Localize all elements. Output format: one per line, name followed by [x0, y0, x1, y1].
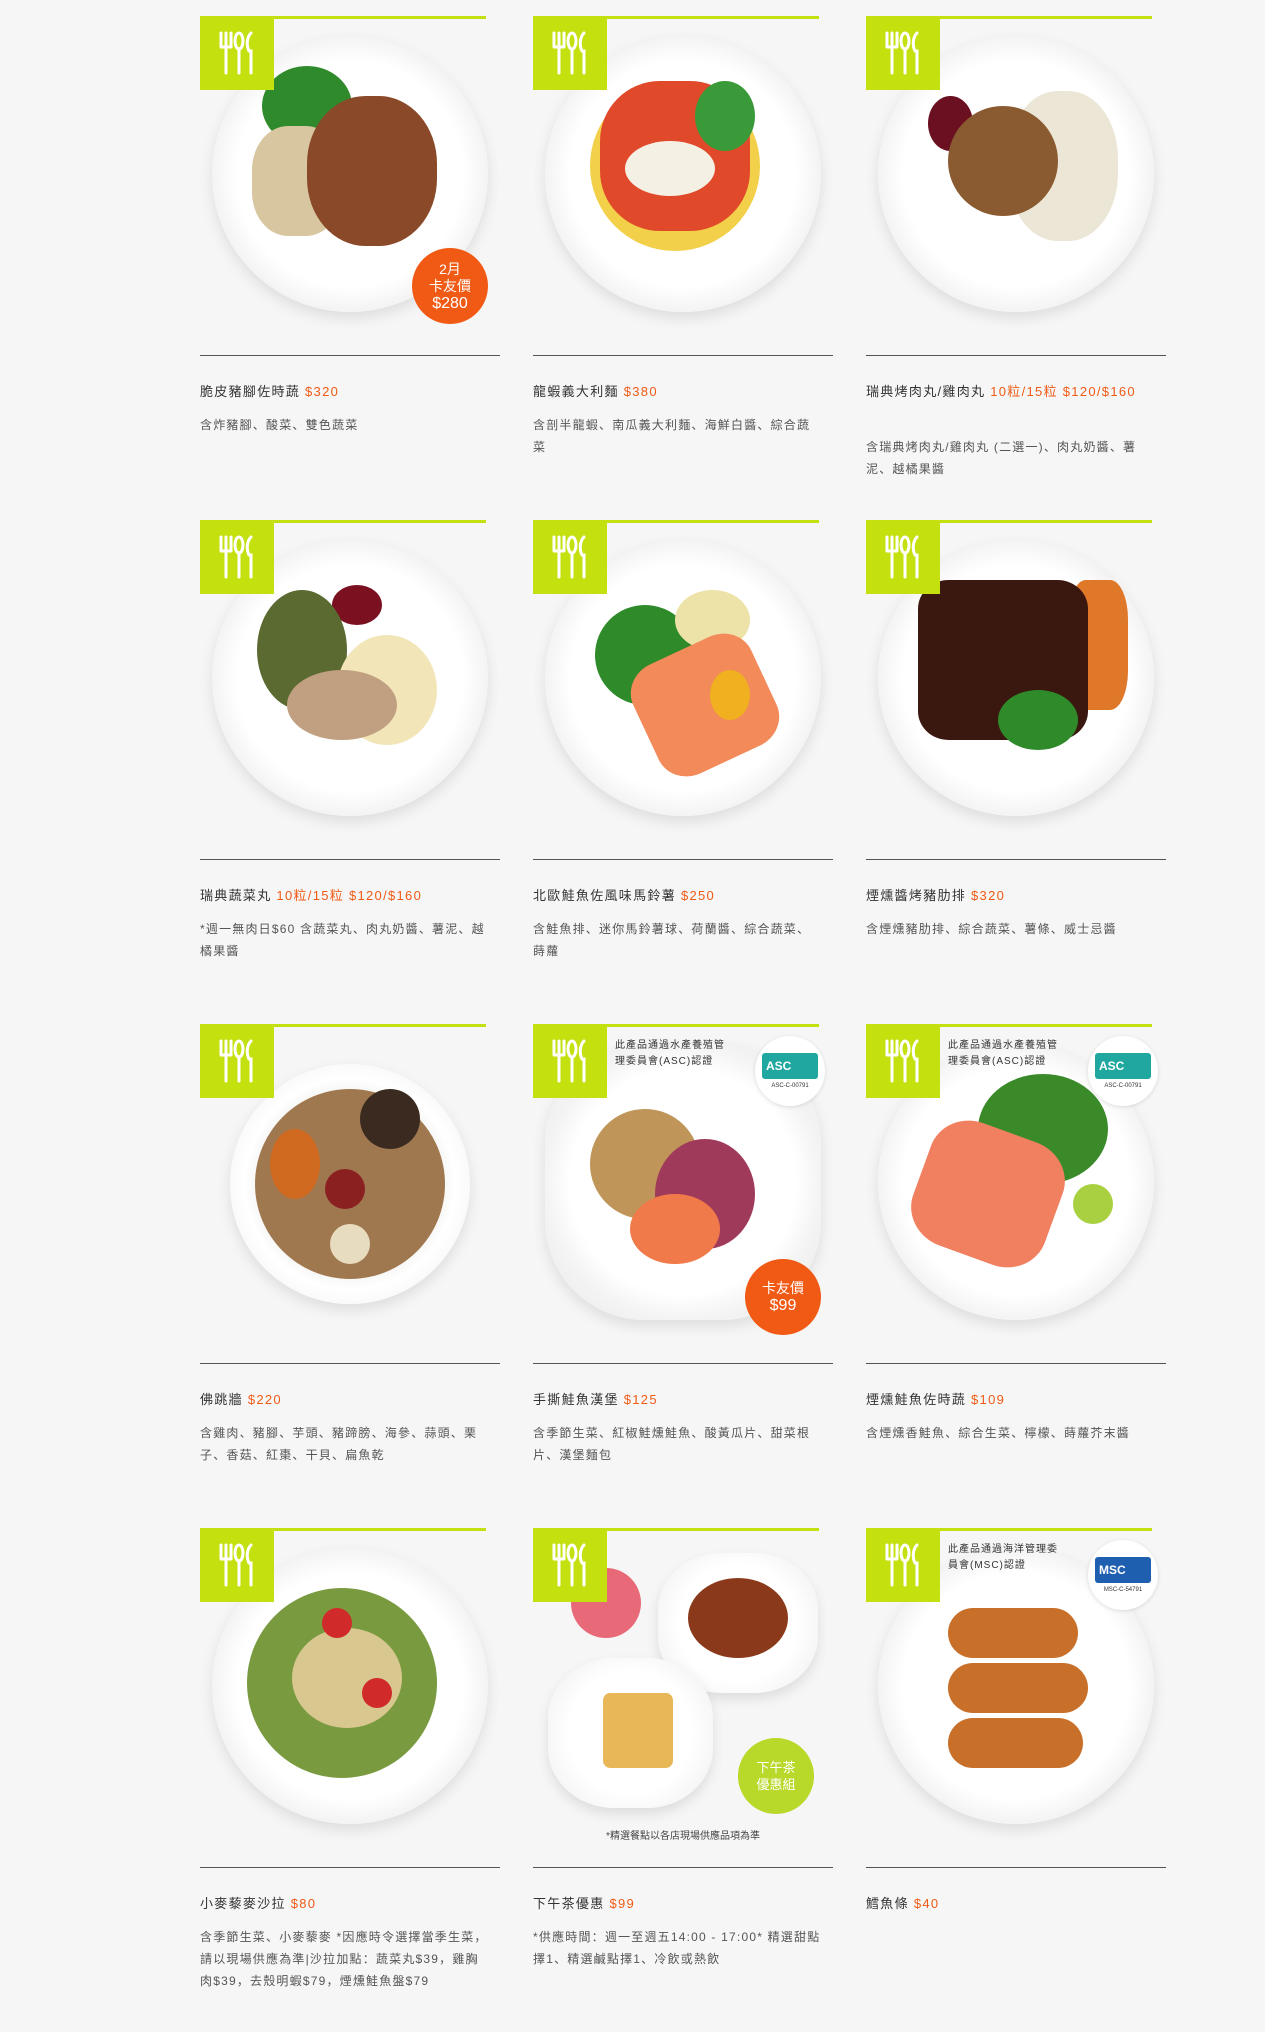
- dish-image[interactable]: [200, 1528, 500, 1868]
- dish-image[interactable]: 2月 卡友價 $280: [200, 16, 500, 356]
- dish-title[interactable]: 手撕鮭魚漢堡 $125: [533, 1389, 823, 1411]
- promo-price-badge: 卡友價 $99: [745, 1259, 821, 1335]
- dish-image[interactable]: [866, 520, 1166, 860]
- dish-title[interactable]: 鱈魚條 $40: [866, 1893, 1156, 1915]
- divider: [866, 355, 1166, 356]
- fork-spoon-knife-icon: [533, 1024, 607, 1098]
- dish-title[interactable]: 小麥藜麥沙拉 $80: [200, 1893, 490, 1915]
- dish-description: 含季節生菜、紅椒鮭燻鮭魚、酸黃瓜片、甜菜根片、漢堡麵包: [533, 1426, 811, 1462]
- dish-description: 含季節生菜、小麥藜麥 *因應時令選擇當季生菜，請以現場供應為準|沙拉加點：蔬菜丸…: [200, 1930, 488, 1988]
- fork-spoon-knife-icon: [533, 16, 607, 90]
- dish-title[interactable]: 佛跳牆 $220: [200, 1389, 490, 1411]
- fork-spoon-knife-icon: [200, 520, 274, 594]
- dish-description: 含瑞典烤肉丸/雞肉丸 (二選一)、肉丸奶醬、薯泥、越橘果醬: [866, 440, 1137, 476]
- dish-image[interactable]: 此產品通過海洋管理委員會(MSC)認證 MSC MSC-C-54791: [866, 1528, 1166, 1868]
- fork-spoon-knife-icon: [533, 520, 607, 594]
- fork-spoon-knife-icon: [200, 16, 274, 90]
- promo-price-badge: 2月 卡友價 $280: [412, 248, 488, 324]
- dish-image[interactable]: [200, 520, 500, 860]
- dish-title[interactable]: 北歐鮭魚佐風味馬鈴薯 $250: [533, 885, 823, 907]
- fork-spoon-knife-icon: [866, 1528, 940, 1602]
- divider: [866, 859, 1166, 860]
- divider: [533, 859, 833, 860]
- divider: [200, 859, 500, 860]
- certification-note: 此產品通過水產養殖管理委員會(ASC)認證: [948, 1040, 1058, 1067]
- dish-title[interactable]: 煙燻鮭魚佐時蔬 $109: [866, 1389, 1156, 1411]
- menu-card-afternoon-tea[interactable]: 下午茶 優惠組 *精選餐點以各店現場供應品項為準 下午茶優惠 $99 *供應時間…: [533, 1528, 833, 2032]
- divider: [533, 1363, 833, 1364]
- dish-title[interactable]: 脆皮豬腳佐時蔬 $320: [200, 381, 490, 403]
- asc-certification-logo: ASC ASC-C-00791: [1088, 1036, 1158, 1106]
- divider: [200, 355, 500, 356]
- dish-title[interactable]: 龍蝦義大利麵 $380: [533, 381, 823, 403]
- menu-card-quinoa-salad[interactable]: 小麥藜麥沙拉 $80 含季節生菜、小麥藜麥 *因應時令選擇當季生菜，請以現場供應…: [200, 1528, 500, 2032]
- menu-card-pork-knuckle[interactable]: 2月 卡友價 $280 脆皮豬腳佐時蔬 $320 含炸豬腳、酸菜、雙色蔬菜: [200, 16, 500, 520]
- divider: [866, 1867, 1166, 1868]
- certification-note: 此產品通過水產養殖管理委員會(ASC)認證: [615, 1040, 725, 1067]
- fork-spoon-knife-icon: [866, 1024, 940, 1098]
- msc-certification-logo: MSC MSC-C-54791: [1088, 1540, 1158, 1610]
- dish-image[interactable]: 此產品通過水產養殖管理委員會(ASC)認證 ASC ASC-C-00791 卡友…: [533, 1024, 833, 1364]
- plate: [548, 1658, 713, 1808]
- dish-image[interactable]: 此產品通過水產養殖管理委員會(ASC)認證 ASC ASC-C-00791: [866, 1024, 1166, 1364]
- dish-image[interactable]: [533, 520, 833, 860]
- dish-image[interactable]: [533, 16, 833, 356]
- dish-description: *週一無肉日$60 含蔬菜丸、肉丸奶醬、薯泥、越橘果醬: [200, 922, 485, 958]
- divider: [533, 1867, 833, 1868]
- footnote: *精選餐點以各店現場供應品項為準: [606, 1831, 760, 1842]
- divider: [200, 1363, 500, 1364]
- menu-card-cod-sticks[interactable]: 此產品通過海洋管理委員會(MSC)認證 MSC MSC-C-54791 鱈魚條 …: [866, 1528, 1166, 2032]
- dish-description: 含雞肉、豬腳、芋頭、豬蹄膀、海參、蒜頭、栗子、香菇、紅棗、干貝、扁魚乾: [200, 1426, 478, 1462]
- dish-image[interactable]: [200, 1024, 500, 1364]
- dish-image[interactable]: 下午茶 優惠組 *精選餐點以各店現場供應品項為準: [533, 1528, 833, 1868]
- menu-card-bbq-ribs[interactable]: 煙燻醬烤豬肋排 $320 含煙燻豬肋排、綜合蔬菜、薯條、威士忌醬: [866, 520, 1166, 1024]
- menu-card-smoked-salmon[interactable]: 此產品通過水產養殖管理委員會(ASC)認證 ASC ASC-C-00791 煙燻…: [866, 1024, 1166, 1528]
- divider: [200, 1867, 500, 1868]
- asc-certification-logo: ASC ASC-C-00791: [755, 1036, 825, 1106]
- dish-description: 含剖半龍蝦、南瓜義大利麵、海鮮白醬、綜合蔬菜: [533, 418, 811, 454]
- bowl: [230, 1064, 470, 1304]
- dish-description: 含煙燻香鮭魚、綜合生菜、檸檬、蒔蘿芥末醬: [866, 1426, 1131, 1440]
- divider: [533, 355, 833, 356]
- afternoon-tea-badge: 下午茶 優惠組: [738, 1738, 814, 1814]
- menu-grid: 2月 卡友價 $280 脆皮豬腳佐時蔬 $320 含炸豬腳、酸菜、雙色蔬菜 龍蝦…: [200, 16, 1166, 2032]
- dish-description: 含鮭魚排、迷你馬鈴薯球、荷蘭醬、綜合蔬菜、蒔蘿: [533, 922, 811, 958]
- dish-description: *供應時間：週一至週五14:00 - 17:00* 精選甜點擇1、精選鹹點擇1、…: [533, 1930, 821, 1966]
- fork-spoon-knife-icon: [200, 1528, 274, 1602]
- dish-title[interactable]: 瑞典烤肉丸/雞肉丸 10粒/15粒 $120/$160: [866, 381, 1156, 403]
- fork-spoon-knife-icon: [533, 1528, 607, 1602]
- menu-card-buddha-jumps-over-wall[interactable]: 佛跳牆 $220 含雞肉、豬腳、芋頭、豬蹄膀、海參、蒜頭、栗子、香菇、紅棗、干貝…: [200, 1024, 500, 1528]
- menu-card-salmon[interactable]: 北歐鮭魚佐風味馬鈴薯 $250 含鮭魚排、迷你馬鈴薯球、荷蘭醬、綜合蔬菜、蒔蘿: [533, 520, 833, 1024]
- menu-card-meatballs[interactable]: 瑞典烤肉丸/雞肉丸 10粒/15粒 $120/$160 含瑞典烤肉丸/雞肉丸 (…: [866, 16, 1166, 520]
- menu-card-salmon-burger[interactable]: 此產品通過水產養殖管理委員會(ASC)認證 ASC ASC-C-00791 卡友…: [533, 1024, 833, 1528]
- dish-title[interactable]: 下午茶優惠 $99: [533, 1893, 823, 1915]
- fork-spoon-knife-icon: [200, 1024, 274, 1098]
- certification-note: 此產品通過海洋管理委員會(MSC)認證: [948, 1544, 1058, 1571]
- fork-spoon-knife-icon: [866, 520, 940, 594]
- dish-image[interactable]: [866, 16, 1166, 356]
- menu-card-veggie-balls[interactable]: 瑞典蔬菜丸 10粒/15粒 $120/$160 *週一無肉日$60 含蔬菜丸、肉…: [200, 520, 500, 1024]
- dish-description: 含炸豬腳、酸菜、雙色蔬菜: [200, 418, 359, 432]
- menu-card-lobster-pasta[interactable]: 龍蝦義大利麵 $380 含剖半龍蝦、南瓜義大利麵、海鮮白醬、綜合蔬菜: [533, 16, 833, 520]
- divider: [866, 1363, 1166, 1364]
- fork-spoon-knife-icon: [866, 16, 940, 90]
- dish-description: 含煙燻豬肋排、綜合蔬菜、薯條、威士忌醬: [866, 922, 1117, 936]
- dish-title[interactable]: 煙燻醬烤豬肋排 $320: [866, 885, 1156, 907]
- dish-title[interactable]: 瑞典蔬菜丸 10粒/15粒 $120/$160: [200, 885, 490, 907]
